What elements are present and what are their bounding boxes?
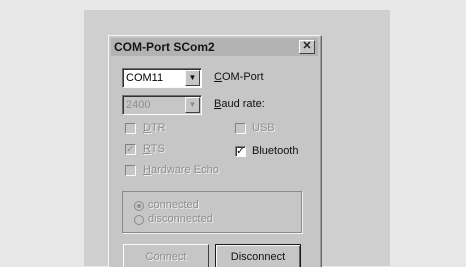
disconnected-radio[interactable] [134, 215, 144, 225]
rts-checkbox[interactable]: ✓ [125, 144, 136, 155]
title-bar: COM-Port SCom2 ✕ [111, 38, 318, 56]
usb-label: USB [252, 122, 275, 134]
close-icon: ✕ [302, 40, 312, 52]
com-port-label: COM-Port [214, 71, 264, 83]
hardware-echo-checkbox[interactable] [125, 165, 136, 176]
rts-label: RTS [143, 143, 165, 155]
dtr-checkbox[interactable] [125, 123, 136, 134]
hardware-echo-label: Hardware Echo [143, 164, 219, 176]
bluetooth-label: Bluetooth [252, 145, 299, 157]
connected-radio[interactable] [134, 201, 144, 211]
dtr-label: DTR [143, 122, 166, 134]
connected-label: connected [148, 199, 199, 211]
close-button[interactable]: ✕ [299, 40, 315, 54]
chevron-down-icon[interactable]: ▼ [185, 97, 200, 113]
disconnect-button[interactable]: Disconnect [215, 244, 301, 267]
check-icon: ✓ [236, 146, 245, 157]
connect-button[interactable]: Connect [123, 244, 209, 267]
check-icon: ✓ [126, 144, 135, 155]
usb-checkbox[interactable] [235, 123, 246, 134]
disconnected-label: disconnected [148, 213, 213, 225]
com-port-value: COM11 [126, 72, 164, 84]
connection-status-group: connected disconnected [122, 191, 302, 233]
chevron-down-icon[interactable]: ▼ [185, 70, 200, 86]
bluetooth-checkbox[interactable]: ✓ [235, 146, 246, 157]
com-port-dialog: COM-Port SCom2 ✕ COM11 ▼ COM-Port 2400 ▼… [108, 35, 322, 267]
baud-rate-value: 2400 [126, 99, 151, 111]
com-port-select[interactable]: COM11 ▼ [122, 68, 202, 88]
window-title: COM-Port SCom2 [114, 40, 215, 54]
baud-rate-label: Baud rate: [214, 98, 265, 110]
baud-rate-select[interactable]: 2400 ▼ [122, 95, 202, 115]
radio-dot-icon [137, 204, 141, 208]
